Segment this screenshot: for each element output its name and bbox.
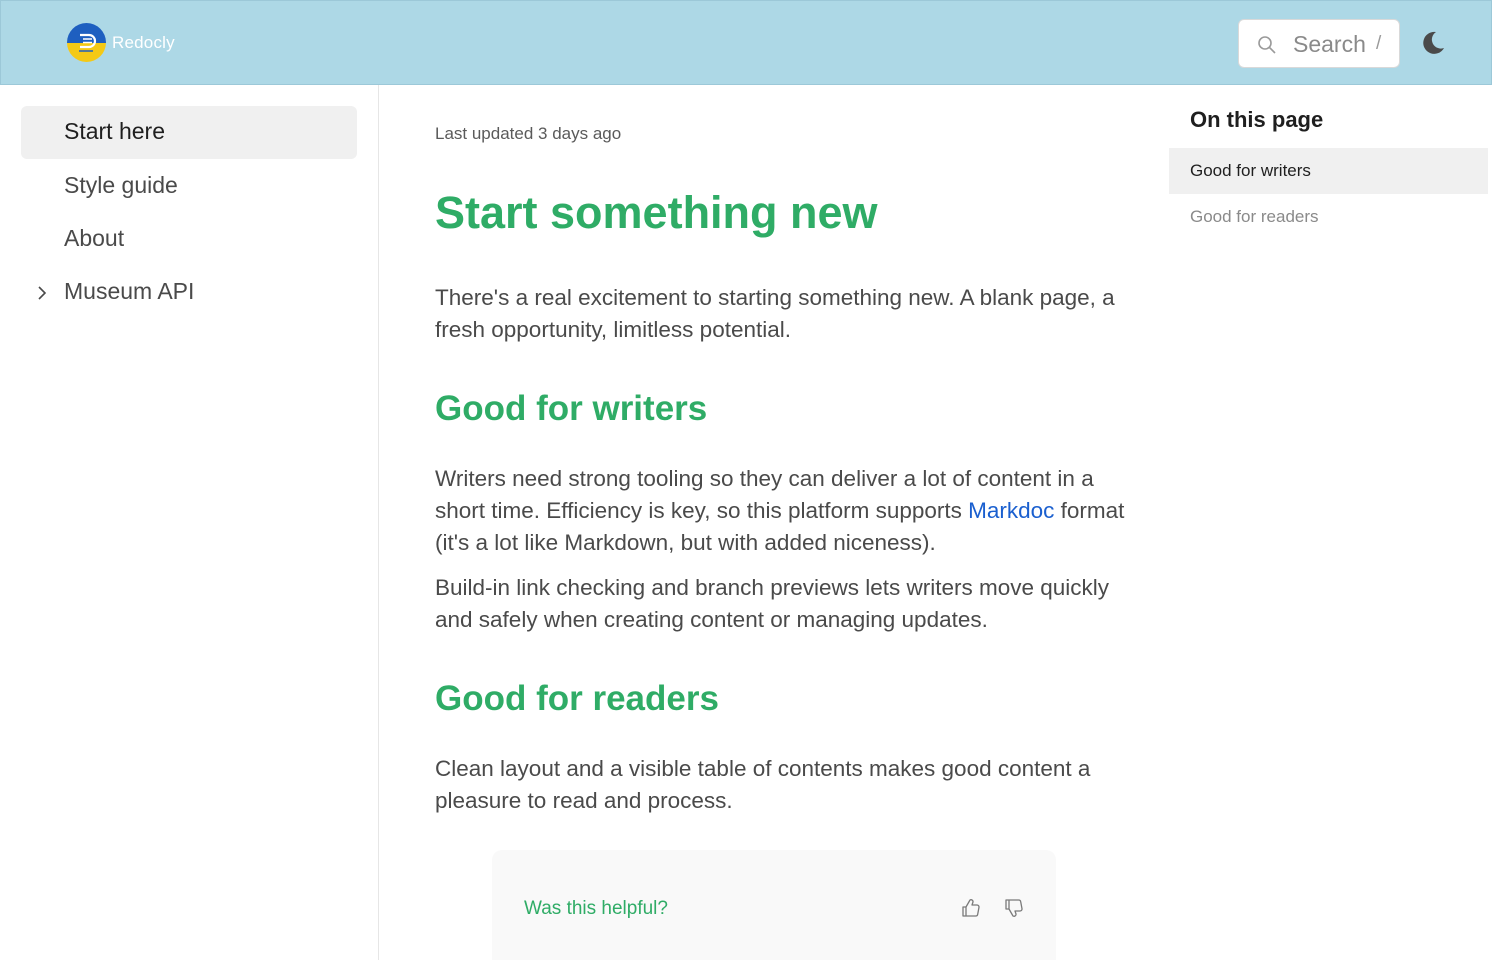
sidebar-item-label: Start here: [64, 118, 165, 144]
redocly-logo-icon: [67, 23, 106, 62]
top-navbar: Redocly Search /: [0, 0, 1492, 85]
toc-item-label: Good for readers: [1190, 207, 1319, 226]
sidebar-item-label: Museum API: [64, 278, 195, 304]
heading-good-for-readers: Good for readers: [435, 679, 719, 718]
writers-paragraph: Writers need strong tooling so they can …: [435, 463, 1125, 559]
feedback-box: Was this helpful?: [492, 850, 1056, 960]
toc-item-good-for-writers[interactable]: Good for writers: [1169, 148, 1488, 194]
logo-text: Redocly: [112, 32, 175, 52]
sidebar-item-museum-api[interactable]: Museum API: [21, 266, 357, 319]
chevron-right-icon[interactable]: [36, 285, 48, 301]
thumbs-up-icon[interactable]: [961, 898, 981, 918]
sidebar-item-about[interactable]: About: [21, 213, 357, 266]
logo[interactable]: Redocly: [67, 23, 175, 62]
link-checking-paragraph: Build-in link checking and branch previe…: [435, 575, 1110, 632]
toc-item-good-for-readers[interactable]: Good for readers: [1169, 194, 1488, 240]
markdoc-link[interactable]: Markdoc: [968, 498, 1054, 523]
sidebar-item-label: About: [64, 225, 125, 251]
last-updated: Last updated 3 days ago: [435, 124, 622, 143]
search-shortcut-hint: /: [1376, 33, 1382, 54]
search-placeholder: Search: [1293, 31, 1366, 57]
heading-good-for-writers: Good for writers: [435, 389, 708, 428]
search-icon: [1258, 36, 1276, 54]
intro-paragraph: There's a real excitement to starting so…: [435, 285, 1115, 342]
feedback-question: Was this helpful?: [524, 898, 668, 919]
sidebar: Start here Style guide About Museum API: [0, 85, 379, 960]
sidebar-item-start-here[interactable]: Start here: [21, 106, 357, 159]
moon-icon[interactable]: [1419, 29, 1447, 57]
main-content: Last updated 3 days ago Start something …: [379, 85, 1169, 960]
search-input[interactable]: Search /: [1238, 19, 1400, 68]
page-title: Start something new: [435, 187, 878, 238]
toc-item-label: Good for writers: [1190, 161, 1311, 180]
sidebar-item-label: Style guide: [64, 172, 178, 198]
toc-title: On this page: [1190, 107, 1324, 132]
readers-paragraph: Clean layout and a visible table of cont…: [435, 756, 1091, 813]
thumbs-down-icon[interactable]: [1004, 898, 1024, 918]
table-of-contents: On this page Good for writers Good for r…: [1169, 85, 1488, 960]
sidebar-item-style-guide[interactable]: Style guide: [21, 160, 357, 213]
